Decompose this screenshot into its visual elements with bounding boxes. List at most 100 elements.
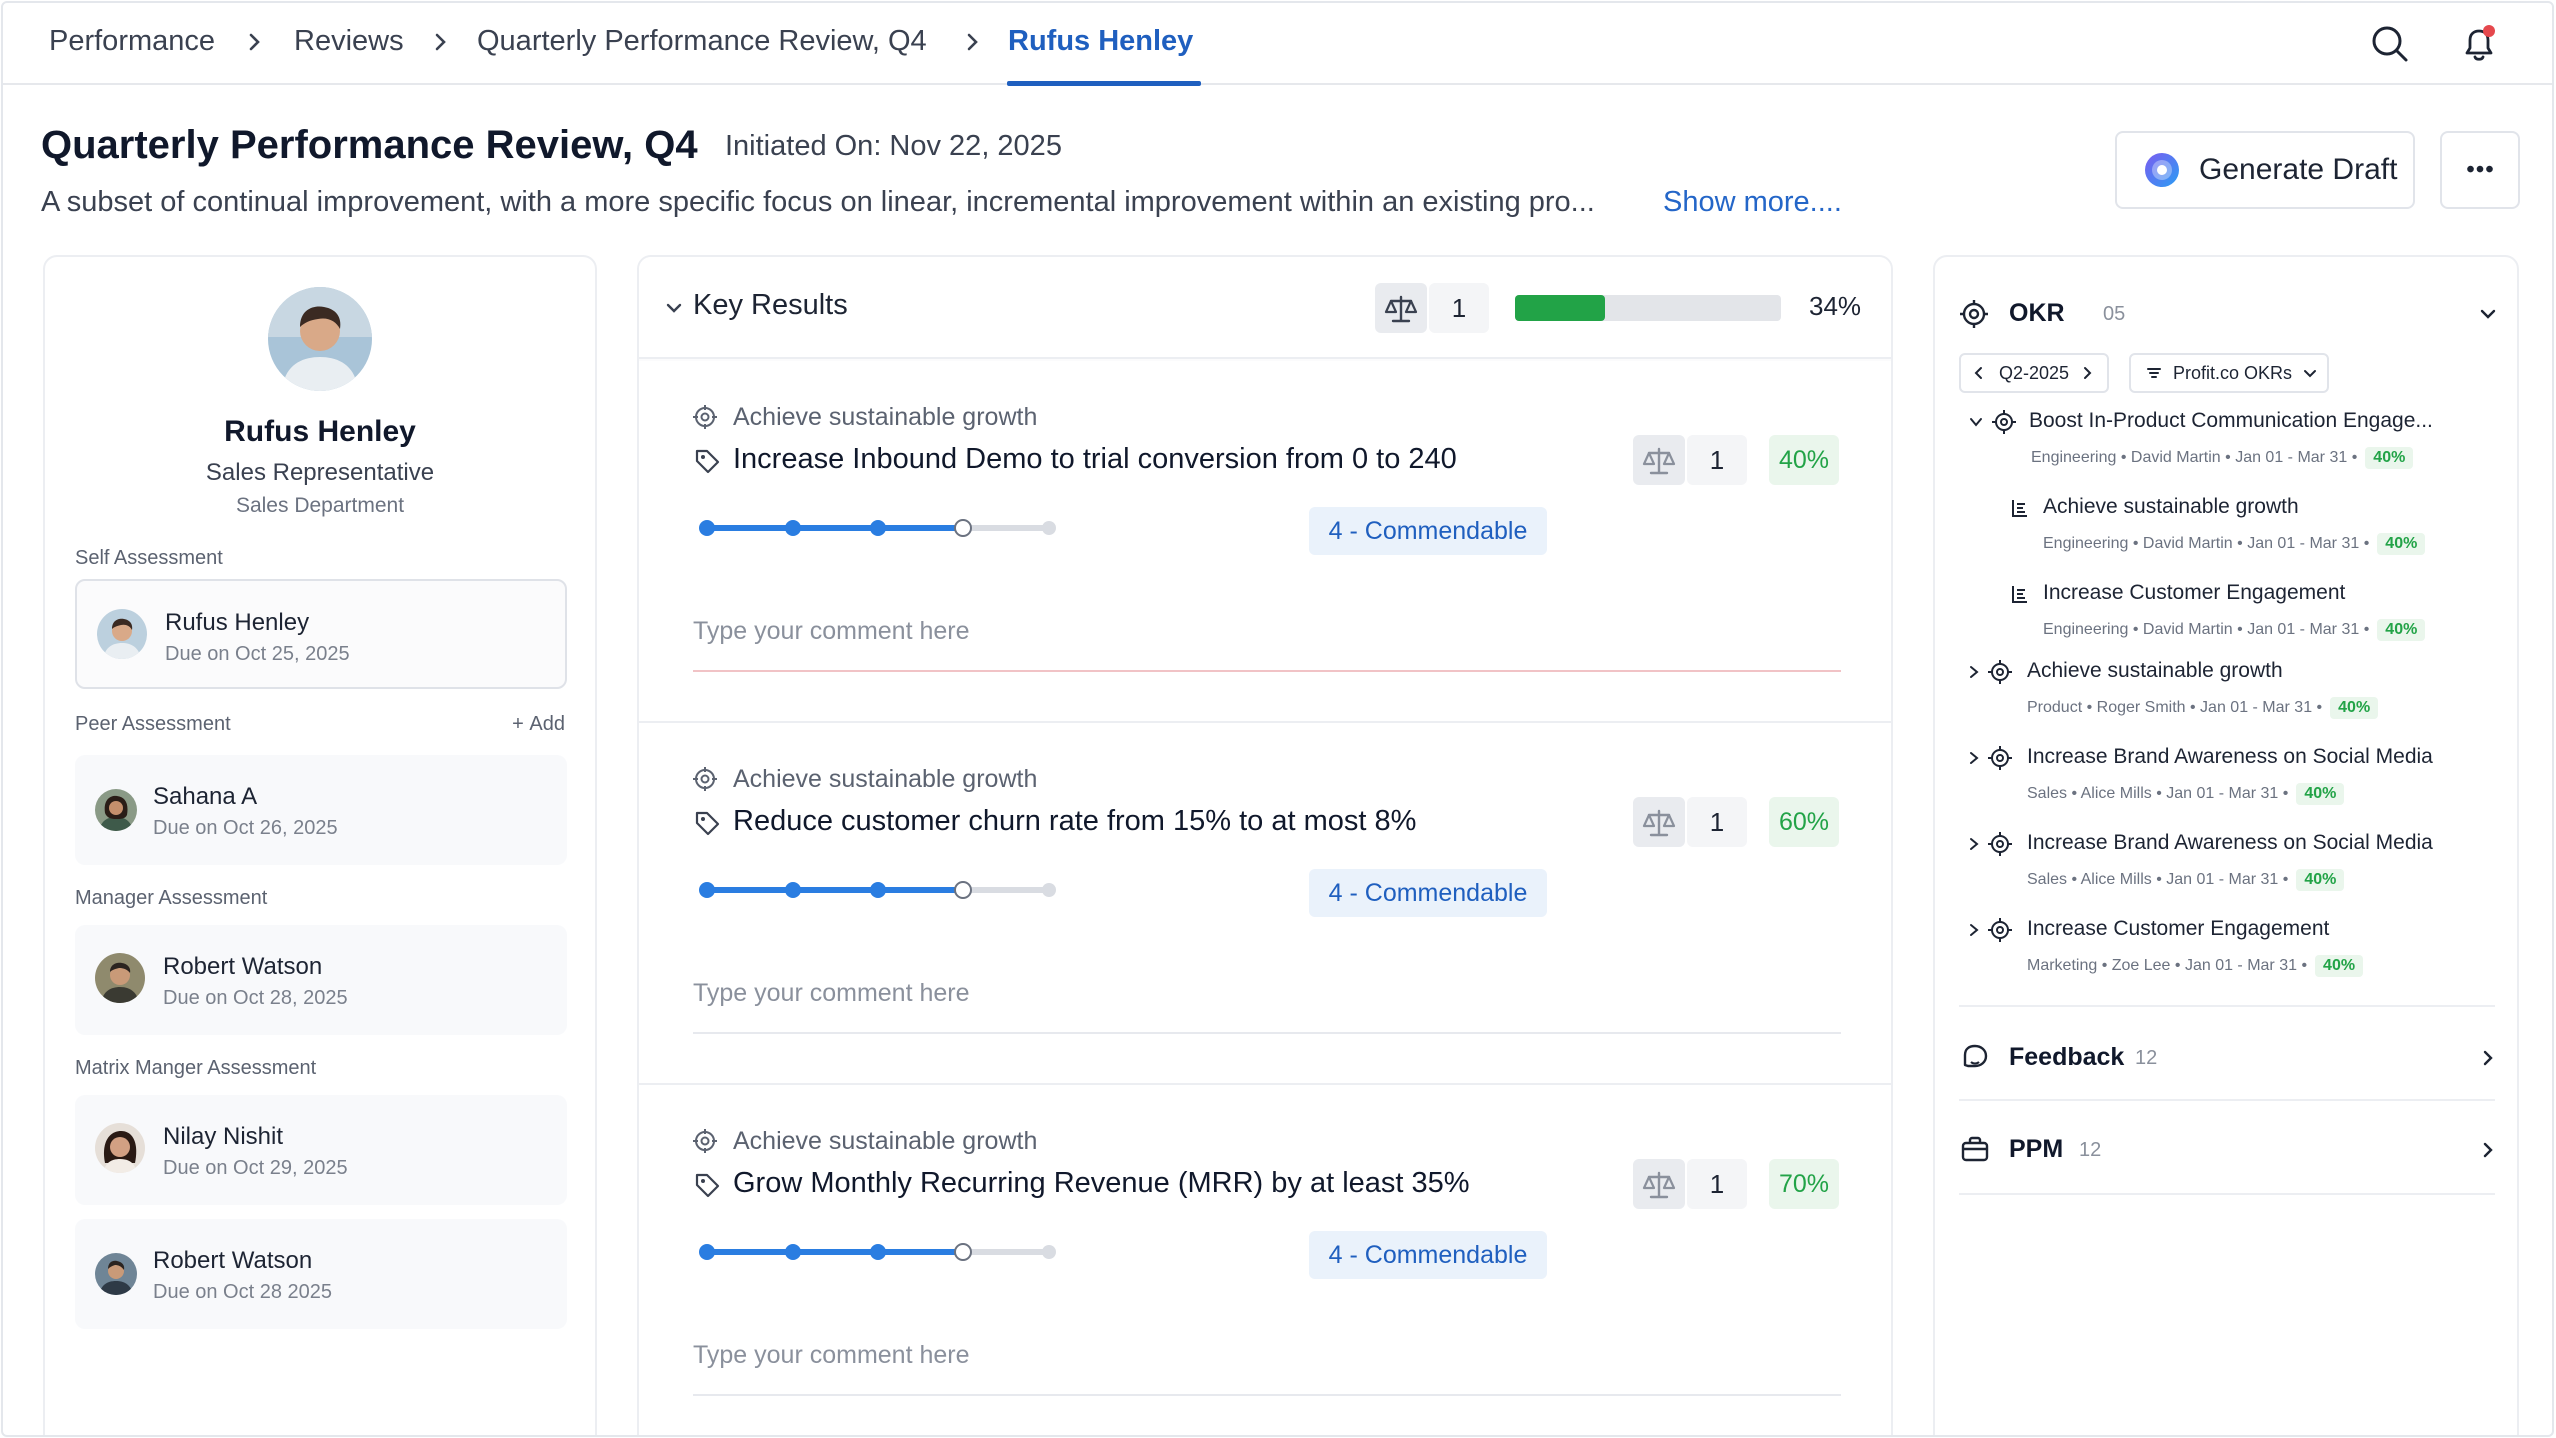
ppm-title: PPM bbox=[2009, 1135, 2064, 1163]
meta-text: Marketing • Zoe Lee • Jan 01 - Mar 31 • bbox=[2027, 957, 2308, 974]
rating-badge[interactable]: 4 - Commendable bbox=[1309, 507, 1547, 555]
breadcrumb-current[interactable]: Rufus Henley bbox=[1008, 25, 1193, 58]
rating-badge[interactable]: 4 - Commendable bbox=[1309, 1231, 1547, 1279]
okr-tree-item[interactable]: Achieve sustainable growth Engineering •… bbox=[1935, 493, 2521, 563]
okr-tree-item[interactable]: Increase Customer Engagement Marketing •… bbox=[1935, 915, 2521, 985]
feedback-count: 12 bbox=[2135, 1047, 2158, 1069]
chevron-down-icon[interactable] bbox=[2477, 303, 2499, 325]
matrix-assessment-label: Matrix Manger Assessment bbox=[75, 1057, 317, 1079]
objective-label: Achieve sustainable growth bbox=[733, 403, 1038, 431]
target-icon bbox=[693, 1129, 717, 1153]
avatar bbox=[95, 1123, 145, 1173]
slider-stop[interactable] bbox=[870, 1244, 886, 1260]
comment-input[interactable]: Type your comment here bbox=[693, 617, 1841, 672]
initiated-date: Initiated On: Nov 22, 2025 bbox=[725, 130, 1062, 162]
okr-tree-item[interactable]: Increase Brand Awareness on Social Media… bbox=[1935, 829, 2521, 899]
okr-header[interactable]: OKR 05 bbox=[1959, 297, 2499, 333]
assessor-name: Nilay Nishit bbox=[163, 1123, 284, 1150]
peer-assessment-card[interactable]: Sahana A Due on Oct 26, 2025 bbox=[75, 755, 567, 865]
okr-item-title: Increase Customer Engagement bbox=[2027, 917, 2330, 940]
top-nav: Performance Reviews Quarterly Performanc… bbox=[3, 3, 2552, 86]
okr-tree-item[interactable]: Boost In-Product Communication Engage...… bbox=[1935, 407, 2521, 477]
weight-button[interactable] bbox=[1633, 435, 1685, 485]
chevron-down-icon[interactable] bbox=[663, 297, 685, 319]
slider-handle[interactable] bbox=[954, 1243, 972, 1261]
chevron-left-icon[interactable] bbox=[1971, 365, 1987, 381]
chevron-right-icon[interactable] bbox=[1965, 835, 1983, 853]
self-assessment-card[interactable]: Rufus Henley Due on Oct 25, 2025 bbox=[75, 579, 567, 689]
breadcrumb-reviews[interactable]: Reviews bbox=[294, 25, 404, 58]
slider-stop[interactable] bbox=[785, 520, 801, 536]
key-result-percent: 40% bbox=[1769, 435, 1839, 485]
okr-tree-item[interactable]: Achieve sustainable growth Product • Rog… bbox=[1935, 657, 2521, 727]
weight-button[interactable] bbox=[1633, 1159, 1685, 1209]
avatar bbox=[95, 1253, 137, 1295]
slider-stop[interactable] bbox=[1042, 1245, 1056, 1259]
self-assessment-label: Self Assessment bbox=[75, 547, 223, 569]
slider-stop[interactable] bbox=[785, 882, 801, 898]
okr-item-meta: Engineering • David Martin • Jan 01 - Ma… bbox=[2031, 447, 2414, 469]
comment-input[interactable]: Type your comment here bbox=[693, 979, 1841, 1034]
okr-filter-dropdown[interactable]: Profit.co OKRs bbox=[2129, 353, 2329, 393]
okr-item-meta: Product • Roger Smith • Jan 01 - Mar 31 … bbox=[2027, 697, 2379, 719]
okr-item-meta: Marketing • Zoe Lee • Jan 01 - Mar 31 • 4… bbox=[2027, 955, 2364, 977]
okr-tree-item[interactable]: Increase Brand Awareness on Social Media… bbox=[1935, 743, 2521, 813]
period-selector[interactable]: Q2-2025 bbox=[1959, 353, 2109, 393]
slider-stop[interactable] bbox=[870, 882, 886, 898]
slider-stop[interactable] bbox=[870, 520, 886, 536]
more-options-button[interactable] bbox=[2440, 131, 2520, 209]
chevron-right-icon[interactable] bbox=[2079, 365, 2095, 381]
show-more-link[interactable]: Show more.... bbox=[1663, 186, 1842, 219]
okr-tree-item[interactable]: Increase Customer Engagement Engineering… bbox=[1935, 579, 2521, 649]
rating-badge[interactable]: 4 - Commendable bbox=[1309, 869, 1547, 917]
slider-stop[interactable] bbox=[1042, 521, 1056, 535]
slider-stop[interactable] bbox=[1042, 883, 1056, 897]
chevron-right-icon[interactable] bbox=[1965, 663, 1983, 681]
feedback-title: Feedback bbox=[2009, 1043, 2125, 1071]
ai-sparkle-icon bbox=[2145, 153, 2179, 187]
chevron-down-icon[interactable] bbox=[1967, 413, 1985, 431]
weight-value: 1 bbox=[1687, 1159, 1747, 1209]
generate-draft-button[interactable]: Generate Draft bbox=[2115, 131, 2415, 209]
slider-handle[interactable] bbox=[954, 881, 972, 899]
rating-slider[interactable] bbox=[693, 1237, 1277, 1267]
rating-slider[interactable] bbox=[693, 513, 1277, 543]
slider-stop[interactable] bbox=[699, 882, 715, 898]
weight-value: 1 bbox=[1687, 797, 1747, 847]
slider-stop[interactable] bbox=[785, 1244, 801, 1260]
add-peer-button[interactable]: + Add bbox=[512, 713, 565, 736]
weight-button[interactable] bbox=[1375, 283, 1427, 333]
matrix-assessment-card[interactable]: Nilay Nishit Due on Oct 29, 2025 bbox=[75, 1095, 567, 1205]
comment-input[interactable]: Type your comment here bbox=[693, 1341, 1841, 1396]
divider bbox=[1959, 1099, 2495, 1101]
weight-value: 1 bbox=[1687, 435, 1747, 485]
key-result-title: Increase Inbound Demo to trial conversio… bbox=[733, 443, 1457, 475]
matrix-assessment-card[interactable]: Robert Watson Due on Oct 28 2025 bbox=[75, 1219, 567, 1329]
chevron-right-icon[interactable] bbox=[1965, 921, 1983, 939]
ppm-section[interactable]: PPM 12 bbox=[1959, 1129, 2499, 1169]
slider-handle[interactable] bbox=[954, 519, 972, 537]
tag-icon bbox=[695, 449, 720, 474]
search-icon[interactable] bbox=[2369, 23, 2411, 65]
breadcrumb-performance[interactable]: Performance bbox=[49, 25, 215, 58]
assessment-panel: Rufus Henley Sales Representative Sales … bbox=[43, 255, 597, 1435]
meta-text: Engineering • David Martin • Jan 01 - Ma… bbox=[2043, 621, 2370, 638]
peer-assessment-label: Peer Assessment bbox=[75, 713, 231, 735]
manager-assessment-card[interactable]: Robert Watson Due on Oct 28, 2025 bbox=[75, 925, 567, 1035]
breadcrumb-review[interactable]: Quarterly Performance Review, Q4 bbox=[477, 25, 927, 58]
slider-stop[interactable] bbox=[699, 520, 715, 536]
feedback-icon bbox=[1963, 1044, 1988, 1068]
key-result-item: Achieve sustainable growth Reduce custom… bbox=[639, 723, 1891, 1085]
target-icon bbox=[693, 405, 717, 429]
rating-slider[interactable] bbox=[693, 875, 1277, 905]
assessor-name: Robert Watson bbox=[153, 1247, 313, 1274]
assessor-name: Sahana A bbox=[153, 783, 258, 810]
chevron-right-icon bbox=[249, 33, 260, 51]
notification-bell-icon[interactable] bbox=[2458, 23, 2500, 65]
chevron-right-icon[interactable] bbox=[1965, 749, 1983, 767]
profile-name: Rufus Henley bbox=[224, 415, 416, 448]
key-result-item: Achieve sustainable growth Increase Inbo… bbox=[639, 361, 1891, 723]
feedback-section[interactable]: Feedback 12 bbox=[1959, 1037, 2499, 1077]
weight-button[interactable] bbox=[1633, 797, 1685, 847]
slider-stop[interactable] bbox=[699, 1244, 715, 1260]
